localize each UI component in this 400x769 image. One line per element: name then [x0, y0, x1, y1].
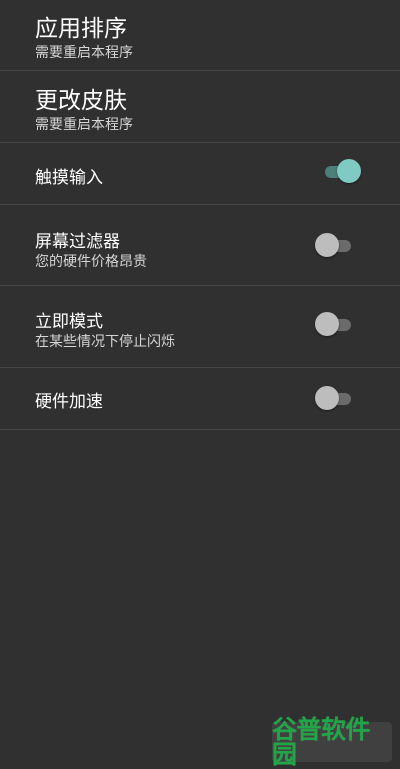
- setting-title: 硬件加速: [35, 392, 103, 412]
- watermark-logo: 谷普软件园: [272, 717, 392, 767]
- setting-screen-filter[interactable]: 屏幕过滤器 您的硬件价格昂贵: [0, 205, 400, 286]
- setting-subtitle: 需要重启本程序: [35, 117, 133, 133]
- toggle-thumb: [315, 312, 339, 336]
- setting-hardware-acceleration[interactable]: 硬件加速: [0, 368, 400, 430]
- setting-title: 触摸输入: [35, 168, 103, 188]
- setting-subtitle: 在某些情况下停止闪烁: [35, 334, 175, 350]
- toggle-thumb: [315, 386, 339, 410]
- touch-input-toggle[interactable]: [315, 159, 361, 185]
- setting-title: 应用排序: [35, 16, 127, 42]
- toggle-thumb: [315, 233, 339, 257]
- hardware-acceleration-toggle[interactable]: [315, 386, 355, 412]
- toggle-thumb: [337, 159, 361, 183]
- setting-change-skin[interactable]: 更改皮肤 需要重启本程序: [0, 71, 400, 143]
- setting-touch-input[interactable]: 触摸输入: [0, 143, 400, 205]
- setting-app-sort[interactable]: 应用排序 需要重启本程序: [0, 0, 400, 71]
- setting-title: 立即模式: [35, 312, 103, 332]
- watermark-text: 谷普软件园: [272, 715, 371, 769]
- immediate-mode-toggle[interactable]: [315, 312, 355, 338]
- setting-title: 屏幕过滤器: [35, 232, 120, 252]
- setting-subtitle: 您的硬件价格昂贵: [35, 254, 147, 270]
- setting-immediate-mode[interactable]: 立即模式 在某些情况下停止闪烁: [0, 286, 400, 368]
- screen-filter-toggle[interactable]: [315, 233, 355, 259]
- setting-subtitle: 需要重启本程序: [35, 45, 133, 61]
- setting-title: 更改皮肤: [35, 88, 127, 114]
- settings-list: 应用排序 需要重启本程序 更改皮肤 需要重启本程序 触摸输入 屏幕过滤器 您的硬…: [0, 0, 400, 430]
